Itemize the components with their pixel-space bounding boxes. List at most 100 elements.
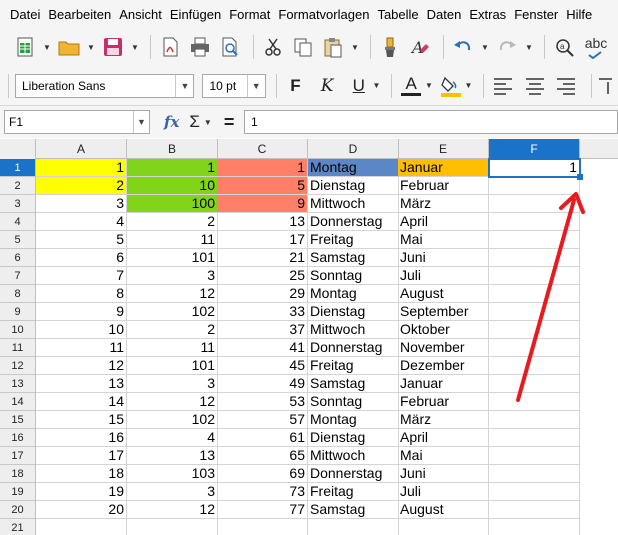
row-header-7[interactable]: 7 xyxy=(0,267,36,285)
cell-b15[interactable]: 102 xyxy=(127,411,218,429)
open-dropdown-arrow[interactable]: ▼ xyxy=(86,34,96,60)
cell-b16[interactable]: 4 xyxy=(127,429,218,447)
cell-b3[interactable]: 100 xyxy=(127,195,218,213)
cell-c14[interactable]: 53 xyxy=(217,393,308,411)
cell-c1[interactable]: 1 xyxy=(217,159,308,177)
background-color-button[interactable] xyxy=(438,73,464,99)
undo-dropdown-arrow[interactable]: ▼ xyxy=(480,34,490,60)
cell-d11[interactable]: Donnerstag xyxy=(308,339,399,357)
background-color-dropdown-arrow[interactable]: ▼ xyxy=(463,73,473,99)
row-header-19[interactable]: 19 xyxy=(0,483,36,501)
cell-e17[interactable]: Mai xyxy=(398,447,489,465)
cell-f7[interactable] xyxy=(489,267,580,285)
cell-c6[interactable]: 21 xyxy=(217,249,308,267)
cell-b21[interactable] xyxy=(127,519,218,535)
cell-e15[interactable]: März xyxy=(398,411,489,429)
cell-a9[interactable]: 9 xyxy=(36,303,127,321)
print-button[interactable] xyxy=(187,34,213,60)
cell-c9[interactable]: 33 xyxy=(217,303,308,321)
row-header-8[interactable]: 8 xyxy=(0,285,36,303)
paste-button[interactable] xyxy=(320,34,346,60)
cell-c11[interactable]: 41 xyxy=(217,339,308,357)
cell-a6[interactable]: 6 xyxy=(36,249,127,267)
row-header-2[interactable]: 2 xyxy=(0,177,36,195)
sum-icon[interactable]: Σ xyxy=(189,112,200,132)
cell-e10[interactable]: Oktober xyxy=(398,321,489,339)
menu-fenster[interactable]: Fenster xyxy=(510,7,562,22)
align-top-button[interactable] xyxy=(598,73,612,99)
cell-a21[interactable] xyxy=(36,519,127,535)
cell-b10[interactable]: 2 xyxy=(127,321,218,339)
italic-button[interactable]: K xyxy=(314,73,340,99)
cell-a8[interactable]: 8 xyxy=(36,285,127,303)
cell-a3[interactable]: 3 xyxy=(36,195,127,213)
cell-c18[interactable]: 69 xyxy=(217,465,308,483)
paste-dropdown-arrow[interactable]: ▼ xyxy=(350,34,360,60)
cell-f20[interactable] xyxy=(489,501,580,519)
row-header-5[interactable]: 5 xyxy=(0,231,36,249)
cell-f17[interactable] xyxy=(489,447,580,465)
cell-a7[interactable]: 7 xyxy=(36,267,127,285)
cell-f1[interactable]: 1 xyxy=(489,159,580,177)
cell-f16[interactable] xyxy=(489,429,580,447)
cell-b8[interactable]: 12 xyxy=(127,285,218,303)
cell-f8[interactable] xyxy=(489,285,580,303)
cell-d15[interactable]: Montag xyxy=(308,411,399,429)
cell-c4[interactable]: 13 xyxy=(217,213,308,231)
cell-c5[interactable]: 17 xyxy=(217,231,308,249)
cell-a2[interactable]: 2 xyxy=(36,177,127,195)
menu-format[interactable]: Format xyxy=(225,7,274,22)
menu-hilfe[interactable]: Hilfe xyxy=(562,7,596,22)
column-header-b[interactable]: B xyxy=(127,139,218,159)
cell-c16[interactable]: 61 xyxy=(217,429,308,447)
row-header-21[interactable]: 21 xyxy=(0,519,36,535)
cell-e6[interactable]: Juni xyxy=(398,249,489,267)
cell-b6[interactable]: 101 xyxy=(127,249,218,267)
cell-e3[interactable]: März xyxy=(398,195,489,213)
column-header-e[interactable]: E xyxy=(398,139,489,159)
select-all-corner[interactable] xyxy=(0,139,36,159)
cell-d4[interactable]: Donnerstag xyxy=(308,213,399,231)
row-header-15[interactable]: 15 xyxy=(0,411,36,429)
cell-a11[interactable]: 11 xyxy=(36,339,127,357)
cell-c21[interactable] xyxy=(217,519,308,535)
underline-button[interactable]: U xyxy=(346,73,372,99)
cell-e19[interactable]: Juli xyxy=(398,483,489,501)
cell-b17[interactable]: 13 xyxy=(127,447,218,465)
cell-c2[interactable]: 5 xyxy=(217,177,308,195)
cell-c12[interactable]: 45 xyxy=(217,357,308,375)
cell-d20[interactable]: Samstag xyxy=(308,501,399,519)
cell-f15[interactable] xyxy=(489,411,580,429)
menu-ansicht[interactable]: Ansicht xyxy=(115,7,166,22)
cell-d8[interactable]: Montag xyxy=(308,285,399,303)
cell-b2[interactable]: 10 xyxy=(127,177,218,195)
sum-dropdown-arrow[interactable]: ▼ xyxy=(204,118,212,127)
redo-button[interactable] xyxy=(494,34,520,60)
row-header-6[interactable]: 6 xyxy=(0,249,36,267)
cell-e5[interactable]: Mai xyxy=(398,231,489,249)
menu-bearbeiten[interactable]: Bearbeiten xyxy=(44,7,115,22)
cell-d5[interactable]: Freitag xyxy=(308,231,399,249)
cell-d12[interactable]: Freitag xyxy=(308,357,399,375)
row-header-10[interactable]: 10 xyxy=(0,321,36,339)
name-box[interactable]: F1 ▼ xyxy=(4,110,150,134)
cell-d6[interactable]: Samstag xyxy=(308,249,399,267)
cell-e12[interactable]: Dezember xyxy=(398,357,489,375)
autofill-handle[interactable] xyxy=(577,174,583,180)
row-header-20[interactable]: 20 xyxy=(0,501,36,519)
menu-tabelle[interactable]: Tabelle xyxy=(373,7,422,22)
cell-b14[interactable]: 12 xyxy=(127,393,218,411)
cell-d21[interactable] xyxy=(308,519,399,535)
cell-b19[interactable]: 3 xyxy=(127,483,218,501)
undo-button[interactable] xyxy=(450,34,476,60)
cell-e21[interactable] xyxy=(398,519,489,535)
row-header-1[interactable]: 1 xyxy=(0,159,36,177)
menu-formatvorlagen[interactable]: Formatvorlagen xyxy=(274,7,373,22)
cell-d18[interactable]: Donnerstag xyxy=(308,465,399,483)
cell-c19[interactable]: 73 xyxy=(217,483,308,501)
cell-d14[interactable]: Sonntag xyxy=(308,393,399,411)
align-center-button[interactable] xyxy=(522,73,548,99)
cut-button[interactable] xyxy=(260,34,286,60)
cell-a16[interactable]: 16 xyxy=(36,429,127,447)
save-button[interactable] xyxy=(100,34,126,60)
